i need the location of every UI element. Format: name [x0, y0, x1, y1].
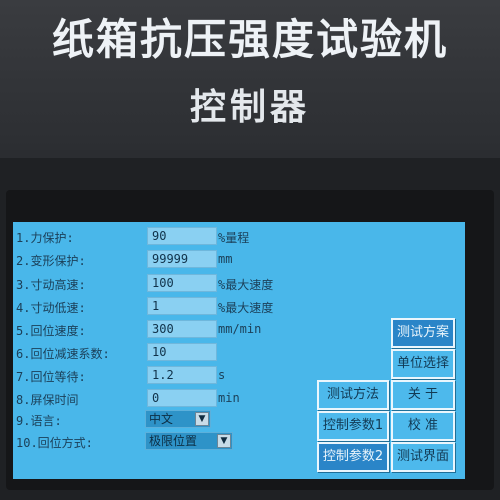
deformation-protection-input[interactable]: 99999	[147, 250, 217, 268]
setting-label: 8.屏保时间	[16, 393, 79, 407]
return-decel-factor-input[interactable]: 10	[147, 343, 217, 361]
setting-row-return-wait: 7.回位等待: 1.2 s	[13, 366, 273, 386]
return-speed-input[interactable]: 300	[147, 320, 217, 338]
device-header-panel: 纸箱抗压强度试验机 控制器	[0, 0, 500, 150]
calibrate-button[interactable]: 校 准	[391, 411, 455, 441]
setting-unit: %量程	[218, 231, 250, 245]
setting-unit: %最大速度	[218, 278, 274, 292]
return-wait-input[interactable]: 1.2	[147, 366, 217, 384]
control-param2-button[interactable]: 控制参数2	[317, 442, 389, 472]
setting-label: 1.力保护:	[16, 231, 74, 245]
setting-row-force-protection: 1.力保护: 90 %量程	[13, 227, 273, 247]
unit-select-button[interactable]: 单位选择	[391, 349, 455, 379]
language-select[interactable]: 中文 ▼	[145, 410, 211, 428]
setting-label: 4.寸动低速:	[16, 301, 86, 315]
setting-unit: mm	[218, 252, 233, 266]
setting-row-jog-low-speed: 4.寸动低速: 1 %最大速度	[13, 297, 273, 317]
setting-row-deformation-protection: 2.变形保护: 99999 mm	[13, 250, 273, 270]
jog-high-speed-input[interactable]: 100	[147, 274, 217, 292]
control-param1-button[interactable]: 控制参数1	[317, 411, 389, 441]
machine-title: 纸箱抗压强度试验机	[51, 15, 448, 64]
setting-unit: %最大速度	[218, 301, 274, 315]
setting-label: 5.回位速度:	[16, 324, 86, 338]
setting-label: 2.变形保护:	[16, 254, 86, 268]
setting-row-screensaver-time: 8.屏保时间 0 min	[13, 389, 273, 409]
setting-label: 10.回位方式:	[16, 436, 93, 450]
chevron-down-icon[interactable]: ▼	[217, 434, 231, 448]
setting-label: 9.语言:	[16, 414, 62, 428]
language-selected-value: 中文	[149, 412, 174, 426]
setting-row-return-speed: 5.回位速度: 300 mm/min	[13, 320, 273, 340]
return-mode-selected-value: 极限位置	[149, 434, 198, 448]
chevron-down-icon[interactable]: ▼	[195, 412, 209, 426]
setting-row-jog-high-speed: 3.寸动高速: 100 %最大速度	[13, 274, 273, 294]
setting-row-return-decel-factor: 6.回位减速系数: 10	[13, 343, 273, 363]
setting-row-return-mode: 10.回位方式: 极限位置 ▼	[13, 432, 273, 452]
return-mode-select[interactable]: 极限位置 ▼	[145, 432, 233, 450]
jog-low-speed-input[interactable]: 1	[147, 297, 217, 315]
test-screen-button[interactable]: 测试界面	[391, 442, 455, 472]
setting-unit: s	[218, 368, 226, 382]
machine-subtitle: 控制器	[189, 87, 310, 128]
screensaver-time-input[interactable]: 0	[147, 389, 217, 407]
force-protection-input[interactable]: 90	[147, 227, 217, 245]
setting-label: 7.回位等待:	[16, 370, 86, 384]
test-method-button[interactable]: 测试方法	[317, 380, 389, 410]
touch-screen: 1.力保护: 90 %量程 2.变形保护: 99999 mm 3.寸动高速: 1…	[13, 222, 465, 479]
about-button[interactable]: 关 于	[391, 380, 455, 410]
setting-label: 6.回位减速系数:	[16, 347, 110, 361]
setting-label: 3.寸动高速:	[16, 278, 86, 292]
setting-unit: mm/min	[218, 322, 262, 336]
setting-row-language: 9.语言: 中文 ▼	[13, 410, 273, 430]
setting-unit: min	[218, 391, 240, 405]
test-scheme-button[interactable]: 测试方案	[391, 318, 455, 348]
